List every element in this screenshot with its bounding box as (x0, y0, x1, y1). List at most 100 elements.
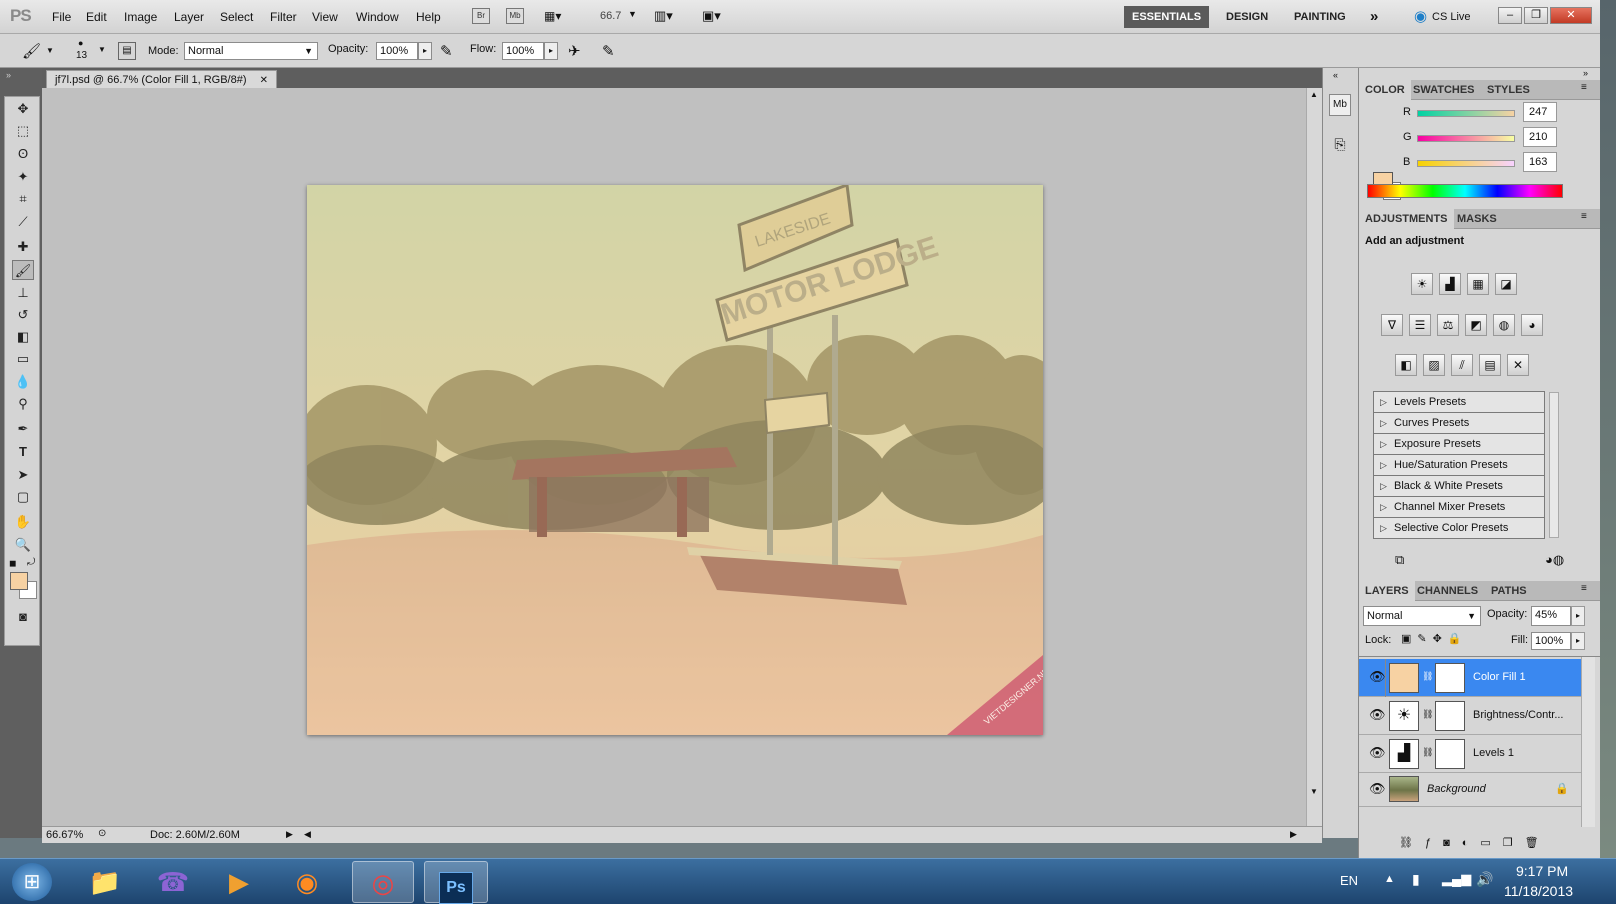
status-menu-arrow-icon[interactable]: ▶ (286, 829, 293, 840)
panel-menu-icon[interactable]: ≡ (1581, 82, 1587, 93)
lock-icons[interactable]: ▣✎✥🔒 (1401, 632, 1468, 645)
layers-footer-icons[interactable]: ⛓ƒ◙◐▭❐🗑 (1399, 836, 1551, 849)
menu-view[interactable]: View (312, 10, 338, 24)
preset-channel-mixer[interactable]: ▷ Channel Mixer Presets (1373, 497, 1545, 518)
battery-icon[interactable]: ▮ (1412, 871, 1420, 888)
quick-selection-tool-icon[interactable]: ✦ (12, 167, 34, 187)
status-zoom[interactable]: 66.67% (46, 829, 83, 841)
preset-black-white[interactable]: ▷ Black & White Presets (1373, 476, 1545, 497)
visibility-eye-icon[interactable]: 👁 (1369, 782, 1386, 796)
scroll-up-icon[interactable]: ▲ (1310, 90, 1318, 99)
menu-file[interactable]: File (52, 10, 71, 24)
flow-slider-arrow-icon[interactable]: ▸ (544, 42, 558, 60)
eyedropper-tool-icon[interactable]: ⟋ (12, 212, 34, 232)
screen-mode-icon[interactable]: ▣▾ (702, 8, 721, 24)
mini-bridge-button[interactable]: Mb (506, 8, 524, 24)
volume-icon[interactable]: 🔊 (1476, 871, 1493, 888)
fill-input[interactable]: 100% (1531, 632, 1571, 650)
tablet-opacity-icon[interactable]: ✎ (440, 42, 453, 60)
layer-name[interactable]: Levels 1 (1473, 747, 1514, 759)
scroll-down-icon[interactable]: ▼ (1310, 787, 1318, 796)
tab-swatches[interactable]: SWATCHES (1407, 80, 1481, 100)
brush-panel-toggle-icon[interactable]: ▤ (118, 42, 136, 60)
pen-tool-icon[interactable]: ✒ (12, 419, 34, 439)
layer-mask-thumbnail[interactable] (1435, 701, 1465, 731)
tab-channels[interactable]: CHANNELS (1411, 581, 1484, 601)
posterize-icon[interactable]: ▨ (1423, 354, 1445, 376)
opacity-slider-arrow-icon[interactable]: ▸ (418, 42, 432, 60)
zoom-dropdown-icon[interactable]: ▼ (628, 9, 637, 19)
vertical-scrollbar[interactable]: ▲ ▼ (1306, 88, 1322, 826)
layer-mask-thumbnail[interactable] (1435, 739, 1465, 769)
zoom-level[interactable]: 66.7 (600, 10, 621, 22)
move-tool-icon[interactable]: ✥ (12, 99, 34, 119)
cs-live-button[interactable]: CS Live (1432, 11, 1471, 23)
layer-name[interactable]: Background (1427, 783, 1486, 795)
layer-row[interactable]: 👁 ⛓ Color Fill 1 (1359, 659, 1581, 697)
start-button-icon[interactable]: ⊞ (12, 863, 52, 901)
tab-styles[interactable]: STYLES (1481, 80, 1536, 100)
color-balance-icon[interactable]: ⚖ (1437, 314, 1459, 336)
layer-name[interactable]: Brightness/Contr... (1473, 709, 1564, 721)
curves-icon[interactable]: ▦ (1467, 273, 1489, 295)
media-player-icon[interactable]: ▶ (208, 861, 270, 903)
language-indicator[interactable]: EN (1340, 873, 1358, 888)
view-extras-icon[interactable]: ▦▾ (544, 9, 561, 23)
arrange-documents-icon[interactable]: ▥▾ (654, 8, 673, 24)
airbrush-icon[interactable]: ✈ (568, 42, 581, 60)
tab-masks[interactable]: MASKS (1451, 209, 1503, 229)
exposure-icon[interactable]: ◪ (1495, 273, 1517, 295)
fill-arrow-icon[interactable]: ▸ (1571, 632, 1585, 650)
preset-selective-color[interactable]: ▷ Selective Color Presets (1373, 518, 1545, 539)
crop-tool-icon[interactable]: ⌗ (12, 189, 34, 209)
link-chain-icon[interactable]: ⛓ (1422, 709, 1433, 720)
shape-tool-icon[interactable]: ▢ (12, 487, 34, 507)
clip-to-layer-icon[interactable]: ⧉ (1395, 552, 1404, 568)
type-tool-icon[interactable]: T (12, 442, 34, 462)
visibility-eye-icon[interactable]: 👁 (1369, 708, 1386, 722)
brush-size[interactable]: 13 (76, 50, 87, 61)
healing-brush-tool-icon[interactable]: ✚ (12, 237, 34, 257)
history-brush-tool-icon[interactable]: ↺ (12, 305, 34, 325)
default-colors-icon[interactable]: ◼ (9, 558, 16, 569)
menu-window[interactable]: Window (356, 10, 399, 24)
menu-image[interactable]: Image (124, 10, 157, 24)
channel-g-slider[interactable] (1417, 135, 1515, 142)
viber-icon[interactable]: ☎ (142, 861, 204, 903)
bridge-button[interactable]: Br (472, 8, 490, 24)
collapse-tools-icon[interactable]: » (6, 70, 11, 80)
menu-filter[interactable]: Filter (270, 10, 297, 24)
layer-opacity-arrow-icon[interactable]: ▸ (1571, 606, 1585, 626)
clone-stamp-tool-icon[interactable]: ⊥ (12, 283, 34, 303)
brush-tool-preset-icon[interactable]: 🖌 (22, 42, 41, 60)
dodge-tool-icon[interactable]: ⚲ (12, 394, 34, 414)
swap-colors-icon[interactable]: ⤾ (27, 557, 35, 568)
menu-select[interactable]: Select (220, 10, 253, 24)
panel-menu-icon[interactable]: ≡ (1581, 583, 1587, 594)
document-image[interactable]: LAKESIDE MOTOR LODGE VIETDESIGNER.NET (307, 185, 1043, 735)
more-workspaces-icon[interactable]: » (1370, 8, 1378, 25)
flow-input[interactable]: 100% (502, 42, 544, 60)
clock-time[interactable]: 9:17 PM (1516, 863, 1568, 879)
link-chain-icon[interactable]: ⛓ (1422, 747, 1433, 758)
layer-mask-thumbnail[interactable] (1435, 663, 1465, 693)
collapse-dock-icon[interactable]: « (1333, 70, 1338, 80)
workspace-design[interactable]: DESIGN (1218, 6, 1276, 28)
panel-menu-icon[interactable]: ≡ (1581, 211, 1587, 222)
preset-exposure[interactable]: ▷ Exposure Presets (1373, 434, 1545, 455)
preset-hue-saturation[interactable]: ▷ Hue/Saturation Presets (1373, 455, 1545, 476)
workspace-painting[interactable]: PAINTING (1286, 6, 1354, 28)
adjustment-visibility-icon[interactable]: ◕◍ (1545, 552, 1564, 568)
tab-paths[interactable]: PATHS (1485, 581, 1533, 601)
restore-button[interactable]: ❐ (1524, 7, 1548, 24)
hscroll-left-icon[interactable]: ◀ (304, 829, 311, 840)
zoom-tool-icon[interactable]: 🔍 (12, 535, 34, 555)
tool-preset-dropdown-icon[interactable]: ▼ (46, 46, 54, 55)
network-icon[interactable]: ▂▄▆ (1442, 871, 1471, 887)
layer-row[interactable]: 👁 ☀ ⛓ Brightness/Contr... (1359, 697, 1581, 735)
layers-scrollbar[interactable] (1581, 657, 1595, 827)
mini-bridge-panel-icon[interactable]: Mb (1329, 94, 1351, 116)
history-panel-icon[interactable]: ⎘ (1329, 134, 1351, 156)
photoshop-taskbar-item[interactable]: Ps (424, 861, 488, 904)
path-selection-tool-icon[interactable]: ➤ (12, 465, 34, 485)
